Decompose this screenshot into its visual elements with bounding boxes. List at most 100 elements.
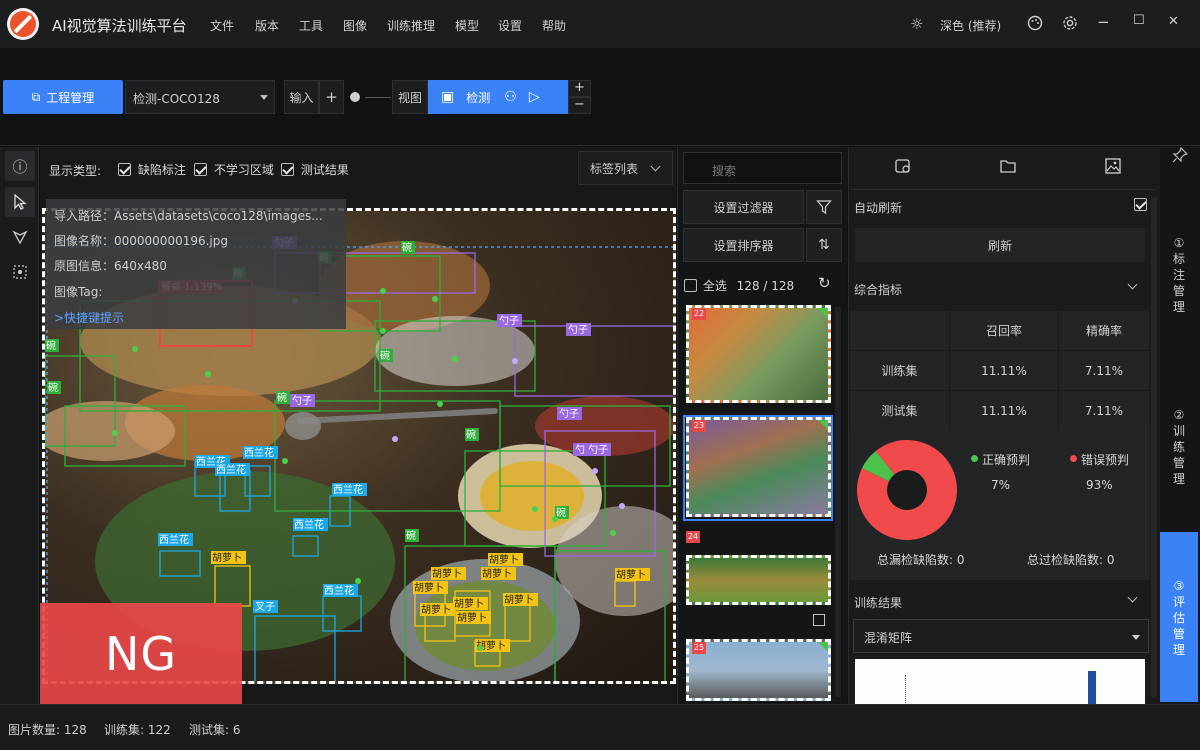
filter-icon[interactable]	[806, 190, 842, 224]
view-node[interactable]: 视图	[392, 80, 428, 114]
svg-text:胡萝卜: 胡萝卜	[457, 611, 487, 624]
tab-training-management[interactable]: ②训练管理	[1160, 407, 1198, 487]
theme-label[interactable]: 深色 (推荐)	[940, 17, 1001, 34]
close-button[interactable]: ✕	[1168, 14, 1179, 29]
menu-image[interactable]: 图像	[343, 17, 367, 34]
users-icon[interactable]: ⚇	[504, 89, 517, 105]
workflow-tabs: ①标注管理 ②训练管理 ③评估管理	[1160, 146, 1200, 704]
project-management-button[interactable]: ⧉ 工程管理	[3, 80, 123, 114]
test-result-option[interactable]: 测试结果	[281, 161, 349, 178]
select-all-checkbox[interactable]	[684, 279, 697, 292]
thumbnail-search-input[interactable]: 搜索	[683, 152, 842, 184]
input-add-button[interactable]: +	[319, 80, 344, 114]
menu-file[interactable]: 文件	[210, 17, 234, 34]
connector-dot-icon	[350, 92, 360, 102]
test-count-status: 测试集: 6	[189, 723, 241, 737]
thumbnail-item[interactable]: 23	[686, 417, 831, 517]
app-logo	[7, 8, 39, 40]
play-icon[interactable]: ▷	[529, 89, 540, 105]
refresh-button[interactable]: 刷新	[855, 228, 1145, 262]
donut-hole	[887, 470, 927, 510]
svg-text:碗: 碗	[380, 349, 390, 362]
refresh-icon[interactable]: ↻	[818, 274, 831, 292]
svg-text:勺子: 勺子	[292, 395, 312, 407]
thumbnail-checkbox[interactable]	[813, 614, 825, 626]
menu-train-infer[interactable]: 训练推理	[387, 17, 435, 34]
svg-text:西兰花: 西兰花	[244, 446, 274, 459]
thumbnail-item[interactable]	[686, 555, 831, 605]
table-row: 召回率 精确率	[849, 310, 1151, 351]
stack-remove-button[interactable]: −	[568, 97, 591, 114]
input-node[interactable]: 输入	[284, 80, 319, 114]
tag-list-dropdown[interactable]: 标签列表	[578, 151, 673, 185]
ignore-region-option[interactable]: 不学习区域	[194, 161, 274, 178]
palette-icon[interactable]	[1027, 15, 1043, 35]
title-bar: AI视觉算法训练平台 文件 版本 工具 图像 训练推理 模型 设置 帮助 ☼ 深…	[0, 0, 1200, 48]
divider	[850, 189, 1156, 190]
chevron-down-icon[interactable]	[1127, 279, 1138, 290]
train-recall: 11.11%	[949, 350, 1059, 391]
maximize-button[interactable]: ☐	[1133, 13, 1145, 28]
test-result-checkbox[interactable]	[281, 163, 294, 176]
tab-evaluation-management[interactable]: ③评估管理	[1160, 532, 1198, 702]
image-settings-icon[interactable]	[894, 157, 912, 179]
chevron-down-icon	[650, 161, 661, 171]
wrong-legend-value: 93%	[1086, 478, 1113, 492]
menu-help[interactable]: 帮助	[542, 17, 566, 34]
evaluation-panel: 自动刷新 刷新 综合指标 召回率 精确率 训练集 11.11% 7.11% 测试…	[848, 147, 1160, 704]
correct-legend-label: 正确预判	[982, 453, 1031, 467]
correct-legend-value: 7%	[991, 478, 1011, 492]
region-select-icon[interactable]	[5, 257, 35, 287]
test-recall: 11.11%	[949, 390, 1059, 431]
polygon-tool-icon[interactable]	[5, 222, 35, 252]
detect-node[interactable]: ▣ 检测 ⚇ ▷	[428, 80, 568, 114]
table-header-precision: 精确率	[1057, 310, 1151, 351]
select-all-option[interactable]: 全选 128 / 128	[684, 277, 794, 294]
menu-model[interactable]: 模型	[455, 17, 479, 34]
chevron-down-icon[interactable]	[1127, 592, 1138, 603]
svg-text:碗: 碗	[466, 428, 476, 441]
ignore-region-checkbox[interactable]	[194, 163, 207, 176]
stack-add-button[interactable]: +	[568, 80, 591, 97]
sun-icon[interactable]: ☼	[910, 15, 923, 33]
tag-list-label: 标签列表	[590, 161, 639, 176]
folder-icon[interactable]	[999, 157, 1017, 179]
svg-text:碗: 碗	[277, 391, 287, 404]
training-results-title[interactable]: 训练结果	[854, 594, 902, 611]
pointer-icon[interactable]	[5, 187, 35, 217]
confusion-matrix-plot	[855, 659, 1145, 704]
tool-rail: ⓘ	[0, 147, 39, 704]
menu-version[interactable]: 版本	[255, 17, 279, 34]
project-icon: ⧉	[31, 89, 41, 104]
thumbnail-scrollbar[interactable]	[835, 307, 841, 697]
import-path: 导入路径：Assets\datasets\coco128\images...	[54, 209, 323, 223]
tab-annotation-management[interactable]: ①标注管理	[1160, 235, 1198, 315]
sort-icon[interactable]: ⇅	[806, 228, 842, 262]
image-viewer[interactable]: 餐桌 1.139% 碗 碗 碗 碗 碗 碗 碗 碗 碗 碗 勺子 勺子 勺子 勺…	[40, 190, 676, 704]
shortcut-hint-link[interactable]: >快捷键提示	[54, 309, 124, 326]
menu-settings[interactable]: 设置	[498, 17, 522, 34]
info-icon[interactable]: ⓘ	[5, 151, 35, 181]
thumbnail-panel: 搜索 设置过滤器 设置排序器 ⇅ 全选 128 / 128 ↻ 22 23 24…	[677, 147, 847, 704]
defect-annotation-option[interactable]: 缺陷标注	[118, 161, 186, 178]
thumbnail-item[interactable]: 22	[686, 305, 831, 403]
gear-icon[interactable]	[1062, 15, 1078, 35]
minimize-button[interactable]: −	[1097, 13, 1110, 31]
table-header-recall: 召回率	[949, 310, 1059, 351]
metrics-section-title[interactable]: 综合指标	[854, 281, 902, 298]
set-sorter-button[interactable]: 设置排序器	[683, 228, 804, 262]
image-gallery-icon[interactable]	[1104, 157, 1122, 179]
evaluation-scrollbar[interactable]	[1151, 197, 1157, 697]
set-filter-button[interactable]: 设置过滤器	[683, 190, 804, 224]
auto-refresh-checkbox[interactable]	[1134, 198, 1147, 211]
pin-icon[interactable]	[1172, 146, 1189, 167]
svg-text:胡萝卜: 胡萝卜	[432, 567, 462, 580]
confusion-matrix-select[interactable]: 混淆矩阵	[853, 619, 1149, 653]
display-type-label: 显示类型:	[49, 164, 102, 178]
project-select[interactable]: 检测-COCO128	[125, 80, 275, 114]
menu-tools[interactable]: 工具	[299, 17, 323, 34]
svg-text:碗: 碗	[402, 241, 412, 254]
defect-annotation-checkbox[interactable]	[118, 163, 131, 176]
test-precision: 7.11%	[1057, 390, 1151, 431]
thumbnail-item[interactable]: 25	[686, 639, 831, 701]
